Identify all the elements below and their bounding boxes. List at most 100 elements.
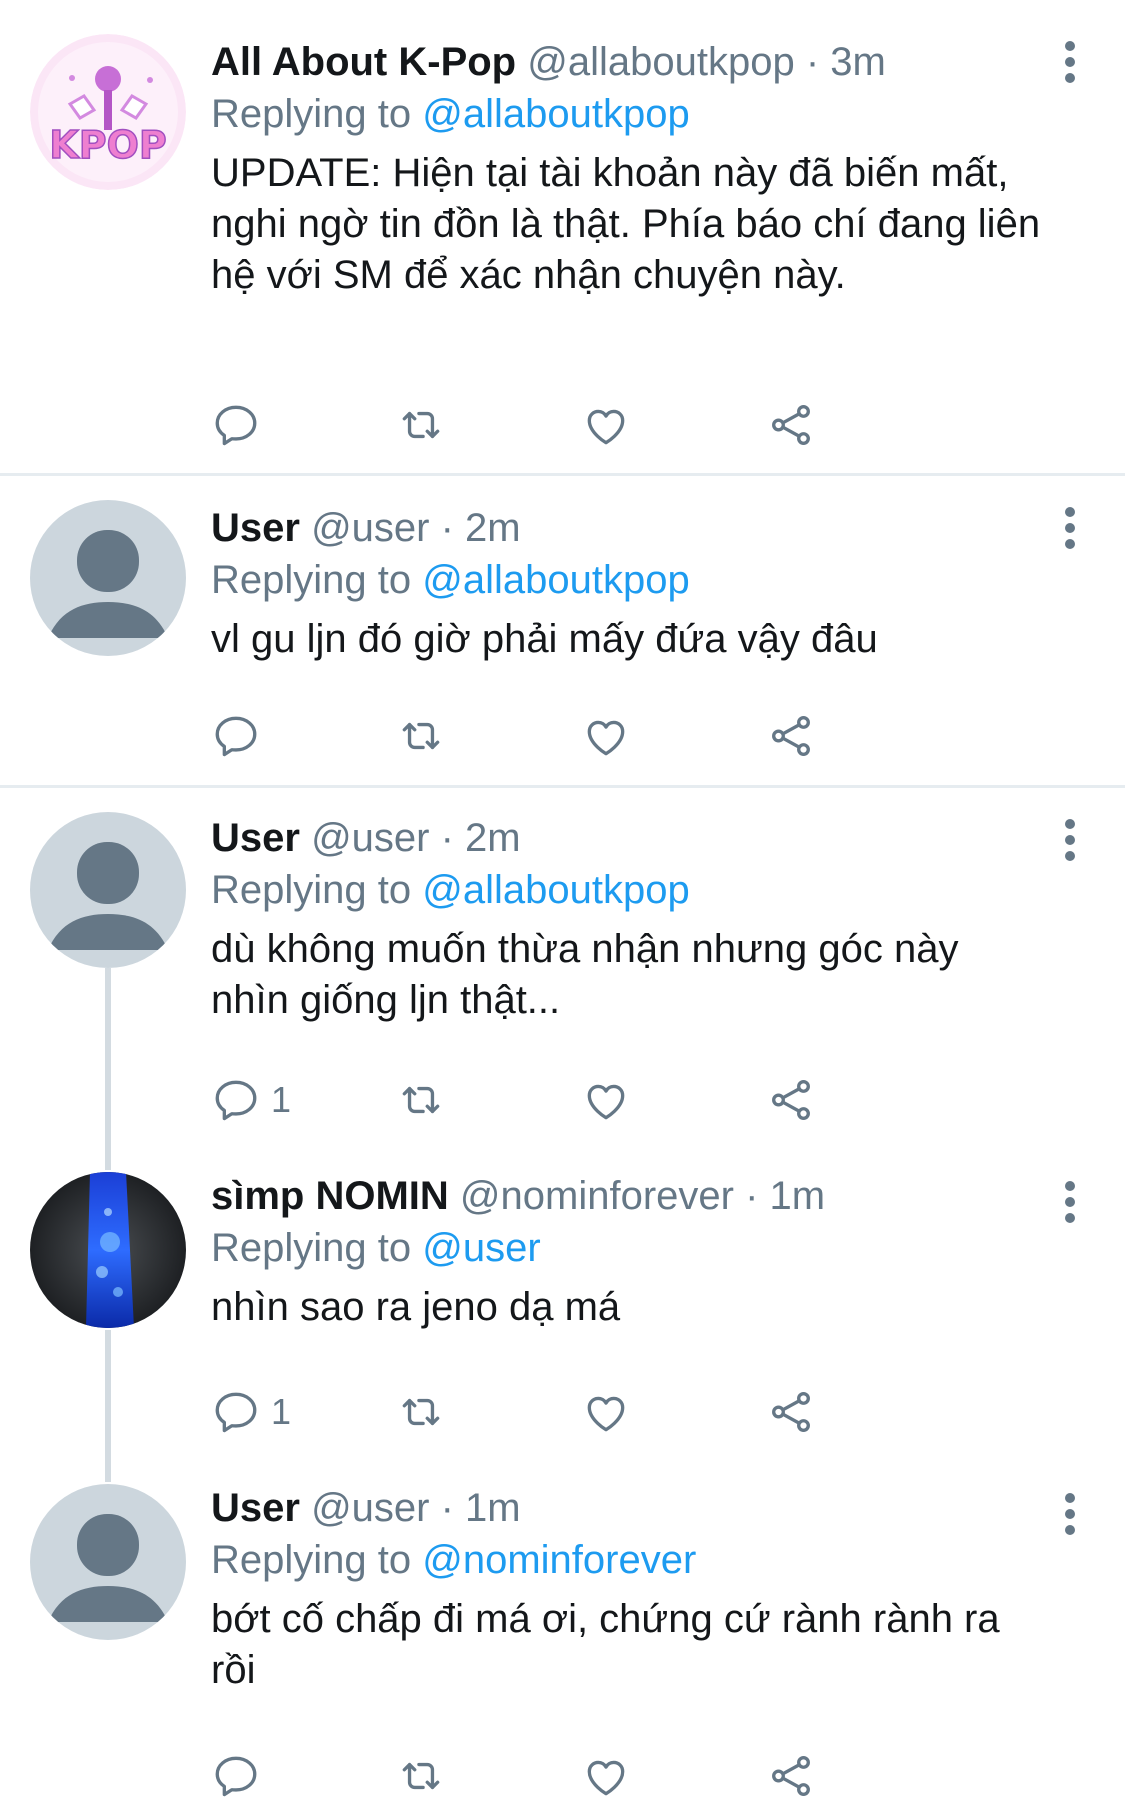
retweet-button[interactable] bbox=[396, 1746, 446, 1806]
tweet-header: All About K-Pop @allaboutkpop · 3m bbox=[211, 36, 1046, 88]
replying-to-label: Replying to bbox=[211, 92, 423, 136]
handle[interactable]: @user bbox=[311, 816, 429, 860]
retweet-icon bbox=[402, 1398, 440, 1426]
tweet[interactable]: User @user · 2m Replying to @allaboutkpo… bbox=[0, 476, 1125, 786]
heart-icon bbox=[587, 720, 625, 756]
mention-link[interactable]: @allaboutkpop bbox=[422, 558, 689, 602]
galaxy-photo-avatar bbox=[30, 1172, 186, 1328]
reply-icon bbox=[215, 1080, 257, 1121]
tweet-actions: 1 bbox=[211, 1070, 931, 1130]
tweet[interactable]: User @user · 2m Replying to @allaboutkpo… bbox=[0, 788, 1125, 1158]
timestamp[interactable]: · 1m bbox=[745, 1174, 825, 1218]
retweet-button[interactable] bbox=[396, 1382, 446, 1442]
replying-to: Replying to @allaboutkpop bbox=[211, 88, 1046, 140]
reply-icon bbox=[215, 1756, 257, 1797]
mention-link[interactable]: @user bbox=[422, 1226, 540, 1270]
handle[interactable]: @user bbox=[311, 1486, 429, 1530]
tweet-header: User @user · 1m bbox=[211, 1482, 1046, 1534]
more-options-icon[interactable] bbox=[1055, 498, 1085, 558]
handle[interactable]: @user bbox=[311, 506, 429, 550]
share-icon bbox=[772, 1756, 810, 1797]
display-name[interactable]: User bbox=[211, 506, 300, 550]
display-name[interactable]: User bbox=[211, 1486, 300, 1530]
tweet-actions bbox=[211, 395, 931, 455]
share-icon bbox=[772, 716, 810, 757]
tweet[interactable]: KPOP All About K-Pop @allaboutkpop · 3m … bbox=[0, 0, 1125, 470]
heart-icon bbox=[587, 1760, 625, 1796]
avatar[interactable]: KPOP bbox=[30, 34, 186, 190]
replying-to-label: Replying to bbox=[211, 868, 423, 912]
more-options-icon[interactable] bbox=[1055, 1172, 1085, 1232]
timestamp[interactable]: · 1m bbox=[441, 1486, 521, 1530]
share-icon bbox=[772, 1080, 810, 1121]
reply-icon bbox=[215, 405, 257, 446]
more-options-icon[interactable] bbox=[1055, 810, 1085, 870]
share-button[interactable] bbox=[766, 1382, 816, 1442]
like-button[interactable] bbox=[581, 1070, 631, 1130]
retweet-button[interactable] bbox=[396, 1070, 446, 1130]
share-icon bbox=[772, 1392, 810, 1433]
reply-button[interactable]: 1 bbox=[211, 1382, 291, 1442]
reply-icon bbox=[215, 716, 257, 757]
share-button[interactable] bbox=[766, 1746, 816, 1806]
tweet-header: sìmp NOMIN @nominforever · 1m bbox=[211, 1170, 1046, 1222]
retweet-icon bbox=[402, 1762, 440, 1790]
more-options-icon[interactable] bbox=[1055, 1484, 1085, 1544]
replying-to: Replying to @user bbox=[211, 1222, 1046, 1274]
reply-button[interactable]: 1 bbox=[211, 1070, 291, 1130]
tweet-text: UPDATE: Hiện tại tài khoản này đã biến m… bbox=[211, 151, 1041, 297]
reply-count: 1 bbox=[271, 1391, 292, 1432]
retweet-button[interactable] bbox=[396, 706, 446, 766]
avatar[interactable] bbox=[30, 1172, 186, 1328]
display-name[interactable]: User bbox=[211, 816, 300, 860]
like-button[interactable] bbox=[581, 1746, 631, 1806]
tweet-header: User @user · 2m bbox=[211, 812, 1046, 864]
avatar[interactable] bbox=[30, 500, 186, 656]
reply-button[interactable] bbox=[211, 706, 271, 766]
like-button[interactable] bbox=[581, 395, 631, 455]
svg-text:KPOP: KPOP bbox=[49, 123, 166, 167]
tweet-text: bớt cố chấp đi má ơi, chứng cứ rành rành… bbox=[211, 1597, 1000, 1692]
like-button[interactable] bbox=[581, 706, 631, 766]
handle[interactable]: @nominforever bbox=[460, 1174, 734, 1218]
handle[interactable]: @allaboutkpop bbox=[527, 40, 794, 84]
reply-button[interactable] bbox=[211, 395, 271, 455]
retweet-icon bbox=[402, 411, 440, 439]
more-options-icon[interactable] bbox=[1055, 32, 1085, 92]
tweet-text: dù không muốn thừa nhận nhưng góc này nh… bbox=[211, 927, 959, 1022]
mention-link[interactable]: @allaboutkpop bbox=[422, 868, 689, 912]
default-avatar-icon bbox=[30, 500, 186, 656]
tweet-text: nhìn sao ra jeno dạ má bbox=[211, 1285, 621, 1329]
display-name[interactable]: All About K-Pop bbox=[211, 40, 516, 84]
heart-icon bbox=[587, 1084, 625, 1120]
timestamp[interactable]: · 3m bbox=[806, 40, 886, 84]
replying-to: Replying to @allaboutkpop bbox=[211, 554, 1046, 606]
tweet-actions bbox=[211, 706, 931, 766]
tweet[interactable]: User @user · 1m Replying to @nominforeve… bbox=[0, 1470, 1125, 1818]
timestamp[interactable]: · 2m bbox=[441, 816, 521, 860]
replying-to-label: Replying to bbox=[211, 1538, 423, 1582]
share-button[interactable] bbox=[766, 706, 816, 766]
display-name[interactable]: sìmp NOMIN bbox=[211, 1174, 449, 1218]
avatar[interactable] bbox=[30, 1484, 186, 1640]
retweet-button[interactable] bbox=[396, 395, 446, 455]
tweet[interactable]: sìmp NOMIN @nominforever · 1m Replying t… bbox=[0, 1158, 1125, 1470]
reply-button[interactable] bbox=[211, 1746, 271, 1806]
mention-link[interactable]: @nominforever bbox=[422, 1538, 696, 1582]
tweet-feed: KPOP All About K-Pop @allaboutkpop · 3m … bbox=[0, 0, 1125, 1818]
mention-link[interactable]: @allaboutkpop bbox=[422, 92, 689, 136]
timestamp[interactable]: · 2m bbox=[441, 506, 521, 550]
retweet-icon bbox=[402, 1086, 440, 1114]
share-button[interactable] bbox=[766, 1070, 816, 1130]
share-button[interactable] bbox=[766, 395, 816, 455]
reply-count: 1 bbox=[271, 1079, 292, 1120]
retweet-icon bbox=[402, 722, 440, 750]
tweet-actions bbox=[211, 1746, 931, 1806]
replying-to: Replying to @allaboutkpop bbox=[211, 864, 1046, 916]
tweet-header: User @user · 2m bbox=[211, 502, 1046, 554]
default-avatar-icon bbox=[30, 1484, 186, 1640]
replying-to-label: Replying to bbox=[211, 1226, 423, 1270]
like-button[interactable] bbox=[581, 1382, 631, 1442]
kpop-logo-avatar: KPOP bbox=[30, 34, 186, 190]
avatar[interactable] bbox=[30, 812, 186, 968]
